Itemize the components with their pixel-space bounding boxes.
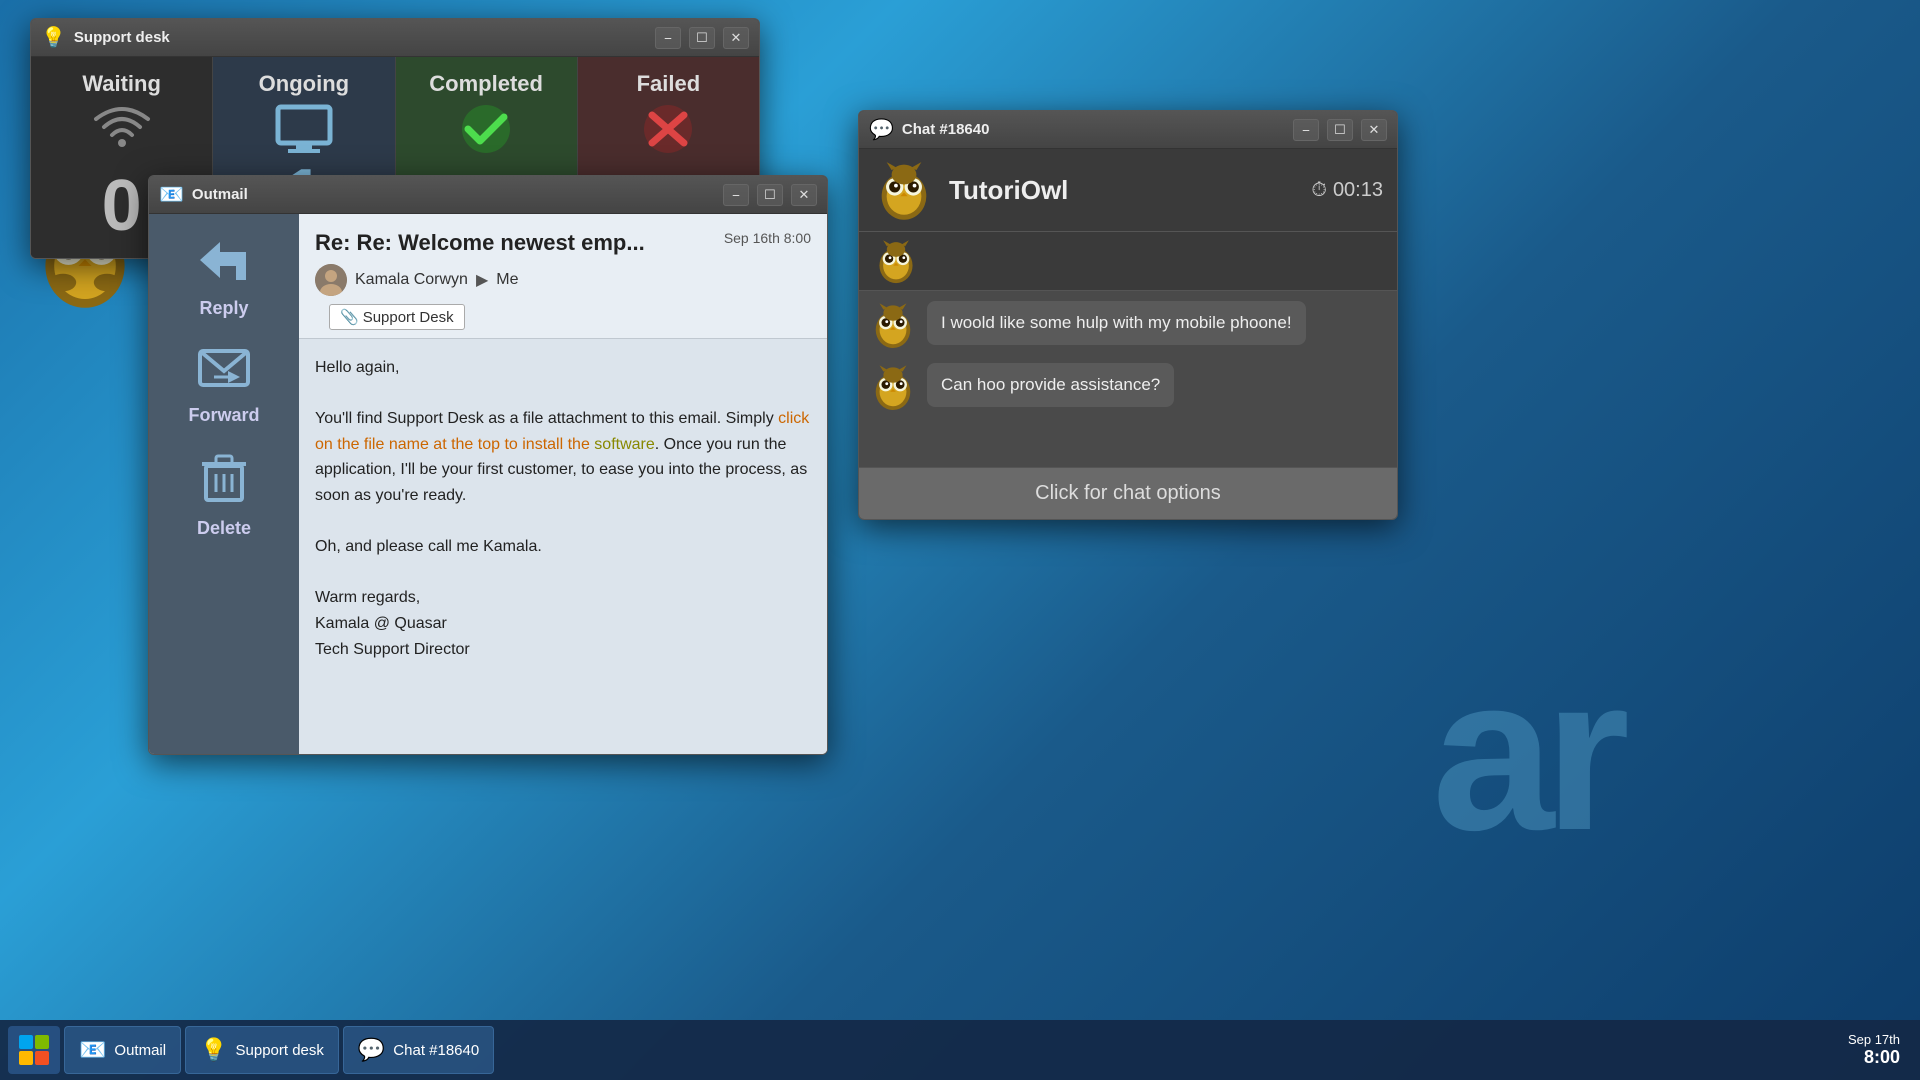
mail-body-sig3: Tech Support Director	[315, 637, 811, 663]
delete-icon	[200, 452, 248, 514]
desktop-bg-text: ar	[1432, 627, 1620, 880]
chat-msg-avatar-1	[869, 301, 917, 349]
chat-timer: ⏱ 00:13	[1311, 179, 1383, 202]
mail-body-greeting: Hello again,	[315, 355, 811, 381]
chat-title-text: Chat #18640	[902, 121, 1285, 138]
stat-completed-label: Completed	[429, 71, 543, 97]
chat-user-name: TutoriOwl	[949, 175, 1297, 206]
mail-body-para1: You'll find Support Desk as a file attac…	[315, 406, 811, 508]
chat-msg-text-1: I woold like some hulp with my mobile ph…	[927, 301, 1306, 345]
support-title-icon: 💡	[41, 25, 66, 50]
mail-attachment[interactable]: 📎 Support Desk	[329, 304, 465, 330]
wifi-icon	[92, 103, 152, 166]
forward-button[interactable]: Forward	[159, 337, 289, 434]
attachment-name: Support Desk	[363, 309, 454, 326]
mail-sender-row: Kamala Corwyn ▶ Me	[315, 264, 811, 296]
mail-body-sig1: Warm regards,	[315, 585, 811, 611]
mail-sender-name: Kamala Corwyn	[355, 271, 468, 289]
stat-waiting-label: Waiting	[82, 71, 161, 97]
reply-button[interactable]: Reply	[159, 230, 289, 327]
chat-message-1: I woold like some hulp with my mobile ph…	[869, 301, 1387, 349]
outmail-title-icon: 📧	[159, 182, 184, 207]
taskbar-chat-label: Chat #18640	[393, 1042, 479, 1059]
chat-close-btn[interactable]: ✕	[1361, 119, 1387, 141]
taskbar-support[interactable]: 💡 Support desk	[185, 1026, 339, 1074]
chat-message-2: Can hoo provide assistance?	[869, 363, 1387, 411]
monitor-icon	[274, 103, 334, 155]
delete-button[interactable]: Delete	[159, 444, 289, 547]
taskbar-outmail-icon: 📧	[79, 1037, 106, 1063]
mail-highlight-orange: click on the file name at the top to ins…	[315, 410, 809, 453]
timer-value: 00:13	[1333, 179, 1383, 202]
delete-label: Delete	[197, 518, 251, 539]
forward-label: Forward	[188, 405, 259, 426]
taskbar-chat[interactable]: 💬 Chat #18640	[343, 1026, 494, 1074]
chat-options-button[interactable]: Click for chat options	[859, 467, 1397, 519]
support-maximize-btn[interactable]: ☐	[689, 27, 715, 49]
chat-messages-area: I woold like some hulp with my mobile ph…	[859, 291, 1397, 467]
taskbar-time: 8:00	[1848, 1047, 1900, 1068]
forward-icon	[198, 345, 250, 401]
mail-body-sig2: Kamala @ Quasar	[315, 611, 811, 637]
taskbar-start-button[interactable]	[8, 1026, 60, 1074]
mail-date: Sep 16th 8:00	[724, 230, 811, 246]
outmail-titlebar: 📧 Outmail ⎯ ☐ ✕	[149, 176, 827, 214]
outmail-maximize-btn[interactable]: ☐	[757, 184, 783, 206]
chat-owl-avatar	[873, 159, 935, 221]
reply-label: Reply	[199, 298, 248, 319]
stat-ongoing-label: Ongoing	[259, 71, 349, 97]
reply-icon	[198, 238, 250, 294]
taskbar-support-icon: 💡	[200, 1037, 227, 1063]
support-title-text: Support desk	[74, 29, 647, 46]
chat-msg-avatar-2	[869, 363, 917, 411]
taskbar-support-label: Support desk	[236, 1042, 324, 1059]
stat-failed-label: Failed	[637, 71, 701, 97]
chat-titlebar: 💬 Chat #18640 ⎯ ☐ ✕	[859, 111, 1397, 149]
mail-subject: Re: Re: Welcome newest emp...	[315, 230, 645, 255]
chat-owl-avatar-2	[873, 238, 919, 284]
sender-avatar	[315, 264, 347, 296]
taskbar-outmail[interactable]: 📧 Outmail	[64, 1026, 181, 1074]
mail-header: Re: Re: Welcome newest emp... Sep 16th 8…	[299, 214, 827, 339]
mail-body: Hello again, You'll find Support Desk as…	[299, 339, 827, 754]
chat-title-icon: 💬	[869, 117, 894, 142]
chat-minimize-btn[interactable]: ⎯	[1293, 119, 1319, 141]
chat-window: 💬 Chat #18640 ⎯ ☐ ✕	[858, 110, 1398, 520]
chat-msg-text-2: Can hoo provide assistance?	[927, 363, 1174, 407]
mail-highlight-yellow: software	[594, 436, 654, 453]
chat-window-body: TutoriOwl ⏱ 00:13	[859, 149, 1397, 519]
outmail-content: Re: Re: Welcome newest emp... Sep 16th 8…	[299, 214, 827, 754]
outmail-body: Reply Forward	[149, 214, 827, 754]
support-close-btn[interactable]: ✕	[723, 27, 749, 49]
outmail-minimize-btn[interactable]: ⎯	[723, 184, 749, 206]
x-icon	[638, 103, 698, 167]
taskbar-clock: Sep 17th 8:00	[1848, 1032, 1912, 1068]
taskbar-outmail-label: Outmail	[114, 1042, 166, 1059]
taskbar-date: Sep 17th	[1848, 1032, 1900, 1047]
chat-maximize-btn[interactable]: ☐	[1327, 119, 1353, 141]
mail-sender-to: Me	[496, 271, 518, 289]
taskbar-chat-icon: 💬	[358, 1037, 385, 1063]
stat-waiting-number: 0	[102, 170, 142, 242]
chat-second-owl-row	[859, 232, 1397, 291]
taskbar: 📧 Outmail 💡 Support desk 💬 Chat #18640 S…	[0, 1020, 1920, 1080]
mail-body-para2: Oh, and please call me Kamala.	[315, 534, 811, 560]
attachment-icon: 📎	[340, 308, 359, 326]
timer-icon: ⏱	[1311, 179, 1327, 202]
chat-header-area: TutoriOwl ⏱ 00:13	[859, 149, 1397, 232]
support-titlebar: 💡 Support desk ⎯ ☐ ✕	[31, 19, 759, 57]
support-minimize-btn[interactable]: ⎯	[655, 27, 681, 49]
checkmark-icon	[456, 103, 516, 168]
outmail-window: 📧 Outmail ⎯ ☐ ✕ Reply	[148, 175, 828, 755]
outmail-sidebar: Reply Forward	[149, 214, 299, 754]
outmail-close-btn[interactable]: ✕	[791, 184, 817, 206]
outmail-title-text: Outmail	[192, 186, 715, 203]
mail-sender-arrow: ▶	[476, 270, 488, 290]
